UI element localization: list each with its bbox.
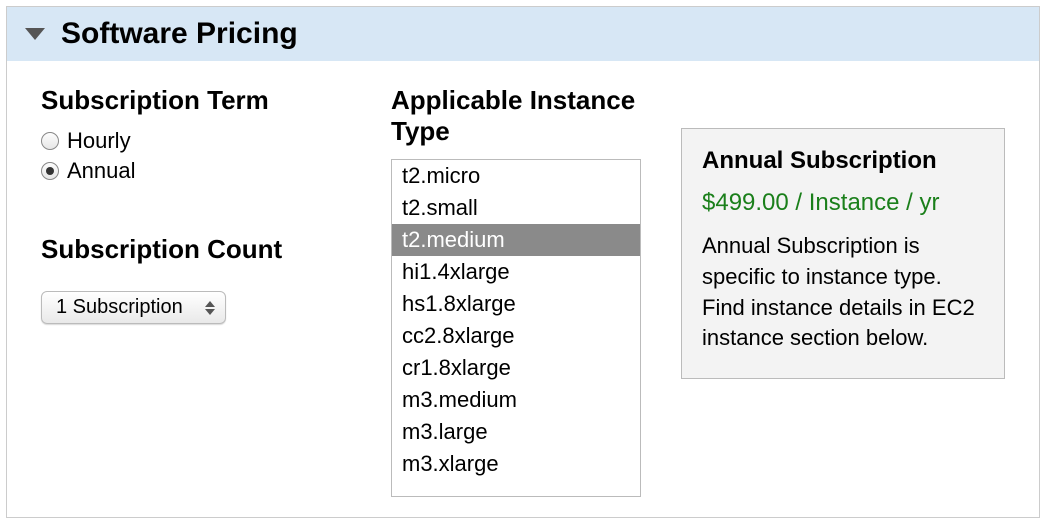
right-column: . Annual Subscription $499.00 / Instance… [681, 85, 1005, 379]
radio-icon [41, 132, 59, 150]
term-option-annual[interactable]: Annual [41, 158, 351, 184]
select-value: 1 Subscription [56, 296, 183, 319]
instance-option[interactable]: m3.large [392, 416, 640, 448]
left-column: Subscription Term Hourly Annual Subscrip… [41, 85, 351, 324]
radio-label: Hourly [67, 128, 131, 154]
panel-body: Subscription Term Hourly Annual Subscrip… [7, 61, 1039, 517]
middle-column: Applicable Instance Type t2.microt2.smal… [391, 85, 641, 497]
term-option-hourly[interactable]: Hourly [41, 128, 351, 154]
instance-option[interactable]: cr1.8xlarge [392, 352, 640, 384]
instance-option[interactable]: t2.medium [392, 224, 640, 256]
info-price: $499.00 / Instance / yr [702, 189, 984, 217]
info-description: Annual Subscription is specific to insta… [702, 231, 984, 354]
subscription-count-select[interactable]: 1 Subscription [41, 291, 226, 324]
pricing-info-box: Annual Subscription $499.00 / Instance /… [681, 128, 1005, 379]
software-pricing-panel: Software Pricing Subscription Term Hourl… [6, 6, 1040, 518]
panel-title: Software Pricing [61, 17, 298, 51]
radio-label: Annual [67, 158, 136, 184]
panel-header[interactable]: Software Pricing [7, 7, 1039, 61]
subscription-term-heading: Subscription Term [41, 85, 351, 116]
subscription-count-heading: Subscription Count [41, 234, 351, 265]
info-title: Annual Subscription [702, 147, 984, 175]
instance-type-heading: Applicable Instance Type [391, 85, 641, 147]
subscription-count-block: Subscription Count 1 Subscription [41, 234, 351, 324]
instance-option[interactable]: m3.xlarge [392, 448, 640, 480]
radio-icon [41, 162, 59, 180]
select-stepper-icon [205, 301, 215, 315]
instance-option[interactable]: m3.medium [392, 384, 640, 416]
collapse-caret-icon [25, 28, 45, 40]
instance-option[interactable]: cc2.8xlarge [392, 320, 640, 352]
instance-option[interactable]: hs1.8xlarge [392, 288, 640, 320]
instance-option[interactable]: t2.small [392, 192, 640, 224]
instance-type-listbox[interactable]: t2.microt2.smallt2.mediumhi1.4xlargehs1.… [391, 159, 641, 497]
instance-option[interactable]: hi1.4xlarge [392, 256, 640, 288]
instance-option[interactable]: t2.micro [392, 160, 640, 192]
